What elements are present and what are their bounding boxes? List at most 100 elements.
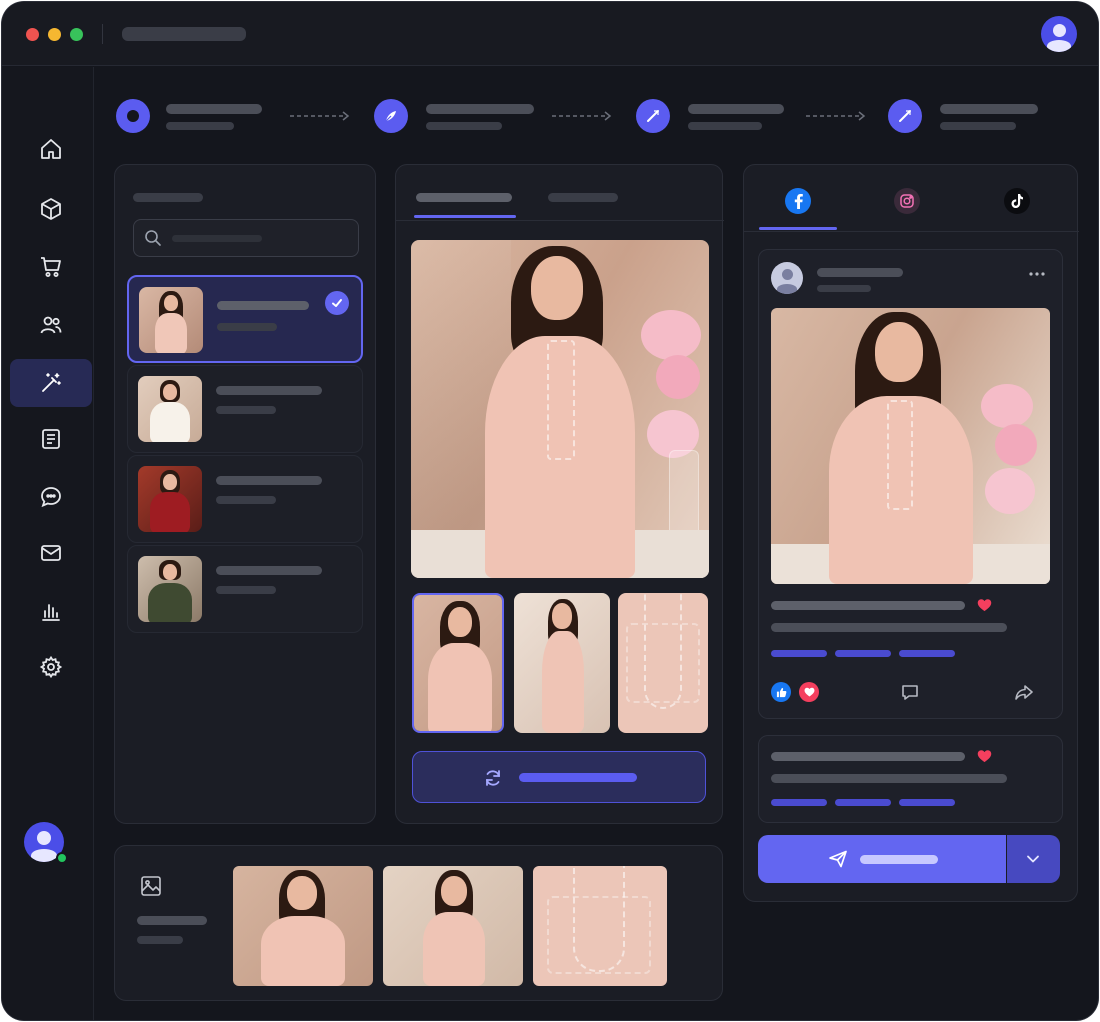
main-generated-image[interactable] bbox=[411, 240, 709, 578]
product-list-panel bbox=[114, 164, 376, 824]
sidebar-item-products[interactable] bbox=[10, 185, 92, 233]
product-thumbnail bbox=[139, 287, 203, 353]
sidebar-item-customers[interactable] bbox=[10, 301, 92, 349]
home-icon bbox=[41, 139, 61, 159]
step-4[interactable] bbox=[888, 99, 922, 133]
send-icon bbox=[829, 850, 847, 868]
chevron-down-icon bbox=[1027, 855, 1039, 863]
comment-icon[interactable] bbox=[897, 680, 923, 704]
product-thumbnail bbox=[138, 466, 202, 532]
post-time-placeholder bbox=[817, 285, 871, 292]
heart-icon bbox=[977, 599, 992, 612]
close-window-button[interactable] bbox=[26, 28, 39, 41]
search-icon bbox=[145, 230, 161, 246]
post-caption-line-1 bbox=[771, 752, 965, 761]
step-1-title bbox=[166, 104, 262, 114]
step-4-subtitle bbox=[940, 122, 1016, 130]
product-meta-placeholder bbox=[216, 586, 276, 594]
product-item-4[interactable] bbox=[127, 545, 363, 633]
post-image[interactable] bbox=[771, 308, 1050, 584]
active-social-tab-indicator bbox=[759, 227, 837, 230]
step-3-title bbox=[688, 104, 784, 114]
gallery-image-1[interactable] bbox=[233, 866, 373, 986]
publish-options-dropdown[interactable] bbox=[1007, 835, 1060, 883]
hashtag-placeholder-3[interactable] bbox=[899, 799, 955, 806]
product-meta-placeholder bbox=[216, 406, 276, 414]
online-status-indicator bbox=[56, 852, 68, 864]
variant-thumbnail-1[interactable] bbox=[412, 593, 504, 733]
publish-label-placeholder bbox=[860, 855, 938, 864]
check-icon bbox=[325, 291, 349, 315]
feather-pen-icon bbox=[647, 110, 659, 122]
step-2-title bbox=[426, 104, 534, 114]
hashtag-placeholder-2[interactable] bbox=[835, 650, 891, 657]
page-avatar bbox=[771, 262, 803, 294]
generated-gallery-panel bbox=[114, 845, 723, 1001]
sidebar-item-mail[interactable] bbox=[10, 529, 92, 577]
hashtag-placeholder-2[interactable] bbox=[835, 799, 891, 806]
sidebar-item-orders[interactable] bbox=[10, 243, 92, 291]
sidebar-item-ai-generator[interactable] bbox=[10, 359, 92, 407]
product-name-placeholder bbox=[217, 301, 309, 310]
publish-button bbox=[758, 835, 1060, 883]
sidebar-item-settings[interactable] bbox=[10, 643, 92, 691]
tab-divider bbox=[396, 220, 724, 221]
instagram-icon[interactable] bbox=[894, 188, 920, 214]
sidebar-item-messages[interactable] bbox=[10, 473, 92, 521]
regenerate-button[interactable] bbox=[412, 751, 706, 803]
maximize-window-button[interactable] bbox=[70, 28, 83, 41]
variant-thumbnail-2[interactable] bbox=[514, 593, 610, 733]
magic-wand-icon bbox=[42, 373, 61, 392]
publish-main-button[interactable] bbox=[758, 835, 1006, 883]
product-name-placeholder bbox=[216, 476, 322, 485]
step-3[interactable] bbox=[636, 99, 670, 133]
sidebar-item-documents[interactable] bbox=[10, 415, 92, 463]
search-input[interactable] bbox=[133, 219, 359, 257]
product-item-3[interactable] bbox=[127, 455, 363, 543]
user-avatar-button[interactable] bbox=[1041, 16, 1077, 52]
title-bar bbox=[2, 2, 1098, 66]
hashtag-placeholder-3[interactable] bbox=[899, 650, 955, 657]
variant-thumbnail-3[interactable] bbox=[618, 593, 708, 733]
feather-pen-icon bbox=[385, 111, 396, 122]
window-title-placeholder bbox=[122, 27, 246, 41]
tab-variants[interactable] bbox=[546, 185, 622, 221]
social-tab-divider bbox=[744, 231, 1079, 232]
step-arrow-icon bbox=[806, 111, 866, 121]
step-2-subtitle bbox=[426, 122, 502, 130]
step-arrow-icon bbox=[552, 111, 612, 121]
page-name-placeholder bbox=[817, 268, 903, 277]
tiktok-icon[interactable] bbox=[1004, 188, 1030, 214]
sidebar-item-analytics[interactable] bbox=[10, 587, 92, 635]
post-preview-card bbox=[758, 249, 1063, 719]
more-options-icon[interactable] bbox=[1025, 266, 1049, 282]
mail-icon bbox=[41, 545, 61, 561]
post-caption-line-2 bbox=[771, 774, 1007, 783]
step-1-subtitle bbox=[166, 122, 234, 130]
hashtag-placeholder-1[interactable] bbox=[771, 650, 827, 657]
share-icon[interactable] bbox=[1011, 680, 1037, 704]
heart-icon bbox=[977, 750, 992, 763]
product-item-2[interactable] bbox=[127, 365, 363, 453]
step-1[interactable] bbox=[116, 99, 150, 133]
refresh-icon bbox=[486, 770, 500, 786]
step-2[interactable] bbox=[374, 99, 408, 133]
sidebar-item-home[interactable] bbox=[10, 125, 92, 173]
regenerate-label-placeholder bbox=[519, 773, 637, 782]
step-3-subtitle bbox=[688, 122, 762, 130]
active-tab-indicator bbox=[414, 215, 516, 218]
gallery-image-2[interactable] bbox=[383, 866, 523, 986]
hashtag-placeholder-1[interactable] bbox=[771, 799, 827, 806]
post-preview-card-2 bbox=[758, 735, 1063, 823]
cart-icon bbox=[41, 257, 61, 277]
facebook-icon[interactable] bbox=[785, 188, 811, 214]
love-reaction-icon bbox=[799, 682, 819, 702]
sidebar bbox=[2, 67, 94, 1020]
product-name-placeholder bbox=[216, 386, 322, 395]
minimize-window-button[interactable] bbox=[48, 28, 61, 41]
product-name-placeholder bbox=[216, 566, 322, 575]
feather-pen-icon bbox=[899, 110, 911, 122]
gallery-image-3[interactable] bbox=[533, 866, 667, 986]
product-meta-placeholder bbox=[216, 496, 276, 504]
product-item-1[interactable] bbox=[127, 275, 363, 363]
